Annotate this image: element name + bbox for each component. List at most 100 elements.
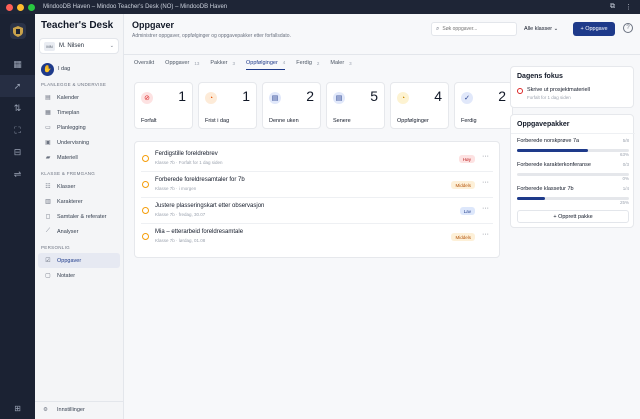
list-item[interactable]: Justere plasseringskart etter observasjo… bbox=[141, 198, 493, 224]
sidebar-item-calendar[interactable]: ▤ Kalender bbox=[35, 90, 123, 105]
daily-focus-panel: Dagens fokus Skrive ut prosjektmateriell… bbox=[510, 66, 634, 108]
minimize-window-button[interactable] bbox=[17, 3, 24, 11]
tab-overview[interactable]: Oversikt bbox=[134, 56, 154, 70]
pack-item[interactable]: Forberede norskprøve 7a 5/8 63% bbox=[517, 138, 629, 158]
scan-icon[interactable]: ⛶ bbox=[0, 119, 35, 141]
sidebar-item-planning[interactable]: ▭ Planlegging bbox=[35, 120, 123, 135]
stat-card-overdue[interactable]: ⊘ 1 Forfalt bbox=[134, 82, 193, 129]
trend-icon: ⟋ bbox=[45, 228, 51, 234]
pack-name: Forberede karakterkonferanse bbox=[517, 162, 591, 168]
more-icon[interactable]: ⋮ bbox=[625, 3, 632, 11]
tab-packs[interactable]: Pakker 3 bbox=[210, 56, 235, 70]
new-task-button[interactable]: + Oppgave bbox=[573, 22, 615, 36]
app-rail: ▦ ➚ ⇅ ⛶ ⊟ ⇌ ⊞ bbox=[0, 14, 35, 419]
sidebar-item-notes[interactable]: ▢ Notater bbox=[35, 268, 123, 283]
list-item[interactable]: Forberede foreldresamtaler for 7b Klasse… bbox=[141, 172, 493, 198]
more-icon[interactable]: ··· bbox=[482, 205, 489, 212]
tab-tasks[interactable]: Oppgaver 13 bbox=[165, 56, 199, 70]
pack-item[interactable]: Forberede karakterkonferanse 0/3 0% bbox=[517, 162, 629, 182]
list-item[interactable]: Ferdigstille foreldrebrev Klasse 7b · Fo… bbox=[141, 146, 493, 172]
gear-icon: ⚙ bbox=[43, 406, 48, 413]
folder-icon: ▰ bbox=[45, 155, 51, 161]
external-link-icon[interactable]: ⧉ bbox=[610, 3, 615, 11]
sidebar-item-classes[interactable]: ☷ Klasser bbox=[35, 179, 123, 194]
pack-percent: 25% bbox=[619, 200, 629, 205]
search-icon: ⌕ bbox=[436, 25, 440, 32]
sidebar-item-today[interactable]: ✋ I dag bbox=[41, 62, 123, 76]
layout-toggle-icon[interactable]: ⊞ bbox=[0, 401, 35, 415]
search-input[interactable] bbox=[442, 26, 512, 32]
pack-fraction: 5/8 bbox=[622, 138, 629, 143]
sidebar-item-timetable[interactable]: ▦ Timeplan bbox=[35, 105, 123, 120]
task-meta: Klasse 7b · i morgen bbox=[155, 186, 197, 191]
sidebar-item-teaching[interactable]: ▣ Undervisning bbox=[35, 135, 123, 150]
grid-icon: ▦ bbox=[45, 110, 51, 116]
sidebar-item-materials[interactable]: ▰ Materiell bbox=[35, 150, 123, 165]
stat-card-done[interactable]: ✓ 2 Ferdig bbox=[454, 82, 513, 129]
maximize-window-button[interactable] bbox=[28, 3, 35, 11]
sidebar-item-grades[interactable]: ▥ Karakterer bbox=[35, 194, 123, 209]
today-label: I dag bbox=[58, 66, 71, 72]
progress-bar bbox=[517, 173, 629, 176]
focus-item-meta: Forfalt for 1 dag siden bbox=[527, 95, 571, 100]
brand-title: Teacher's Desk bbox=[41, 20, 114, 31]
stat-card-later[interactable]: ▤ 5 Senere bbox=[326, 82, 385, 129]
focus-item-title[interactable]: Skrive ut prosjektmateriell bbox=[527, 87, 590, 93]
hand-wave-icon: ✋ bbox=[41, 62, 54, 76]
tab-followups[interactable]: Oppfølginger 4 bbox=[245, 56, 286, 70]
more-icon[interactable]: ··· bbox=[482, 231, 489, 238]
list-item[interactable]: Mia – etterarbeid foreldresamtale Klasse… bbox=[141, 224, 493, 250]
section-title: PLANLEGGE & UNDERVISE bbox=[41, 82, 107, 87]
note-icon: ▢ bbox=[45, 273, 51, 279]
search-box[interactable]: ⌕ bbox=[431, 22, 517, 36]
pack-fraction: 1/4 bbox=[622, 186, 629, 191]
stat-card-due-today[interactable]: ◔ 1 Frist i dag bbox=[198, 82, 257, 129]
window-title: MindooDB Haven – Mindoo Teacher's Desk (… bbox=[43, 4, 228, 10]
task-checkbox[interactable] bbox=[142, 181, 149, 188]
stat-card-this-week[interactable]: ▤ 2 Denne uken bbox=[262, 82, 321, 129]
alert-icon bbox=[517, 88, 523, 94]
section-title: PERSONLIG bbox=[41, 245, 70, 250]
sidebar-item-settings[interactable]: ⚙ Innstillinger bbox=[35, 401, 124, 417]
database-icon[interactable]: ⊟ bbox=[0, 141, 35, 163]
window-titlebar: MindooDB Haven – Mindoo Teacher's Desk (… bbox=[0, 0, 640, 14]
pack-fraction: 0/3 bbox=[622, 162, 629, 167]
chevron-down-icon: ⌄ bbox=[553, 26, 559, 32]
calendar-icon: ▤ bbox=[45, 95, 51, 101]
task-title: Ferdigstille foreldrebrev bbox=[155, 151, 218, 157]
stat-card-followups[interactable]: ◔ 4 Oppfølginger bbox=[390, 82, 449, 129]
pack-item[interactable]: Forberede klassetur 7b 1/4 25% bbox=[517, 186, 629, 206]
create-pack-button[interactable]: + Opprett pakke bbox=[517, 210, 629, 223]
task-checkbox[interactable] bbox=[142, 155, 149, 162]
user-switcher[interactable]: MN M. Nilsen ⌄ bbox=[39, 38, 119, 54]
sliders-icon[interactable]: ⇌ bbox=[0, 163, 35, 185]
close-window-button[interactable] bbox=[6, 3, 13, 11]
more-icon[interactable]: ··· bbox=[482, 153, 489, 160]
tab-templates[interactable]: Maler 3 bbox=[330, 56, 351, 70]
progress-bar bbox=[517, 149, 629, 152]
task-title: Justere plasseringskart etter observasjo… bbox=[155, 203, 265, 209]
tab-done[interactable]: Ferdig 2 bbox=[296, 56, 319, 70]
sidebar-item-tasks[interactable]: ☑ Oppgaver bbox=[38, 253, 120, 268]
sidebar-item-analytics[interactable]: ⟋ Analyser bbox=[35, 224, 123, 239]
priority-badge: Middels bbox=[451, 181, 475, 189]
swap-icon[interactable]: ⇅ bbox=[0, 97, 35, 119]
calendar-icon: ▤ bbox=[269, 92, 281, 104]
stat-value: 5 bbox=[370, 88, 378, 104]
users-icon: ☷ bbox=[45, 184, 51, 190]
class-filter-select[interactable]: Alle klasser ⌄ bbox=[524, 22, 560, 36]
task-checkbox[interactable] bbox=[142, 233, 149, 240]
sidebar-item-meetings[interactable]: ◻ Samtaler & referater bbox=[35, 209, 123, 224]
panel-title: Dagens fokus bbox=[517, 73, 563, 80]
help-icon[interactable]: ? bbox=[623, 23, 633, 33]
more-icon[interactable]: ··· bbox=[482, 179, 489, 186]
stat-value: 2 bbox=[498, 88, 506, 104]
task-checkbox[interactable] bbox=[142, 207, 149, 214]
rocket-icon[interactable]: ➚ bbox=[0, 75, 35, 97]
pack-percent: 0% bbox=[622, 176, 629, 181]
bar-chart-icon: ▥ bbox=[45, 199, 51, 205]
app-logo bbox=[9, 23, 26, 39]
task-title: Forberede foreldresamtaler for 7b bbox=[155, 177, 245, 183]
dashboard-icon[interactable]: ▦ bbox=[0, 53, 35, 75]
chat-icon: ◻ bbox=[45, 214, 51, 220]
